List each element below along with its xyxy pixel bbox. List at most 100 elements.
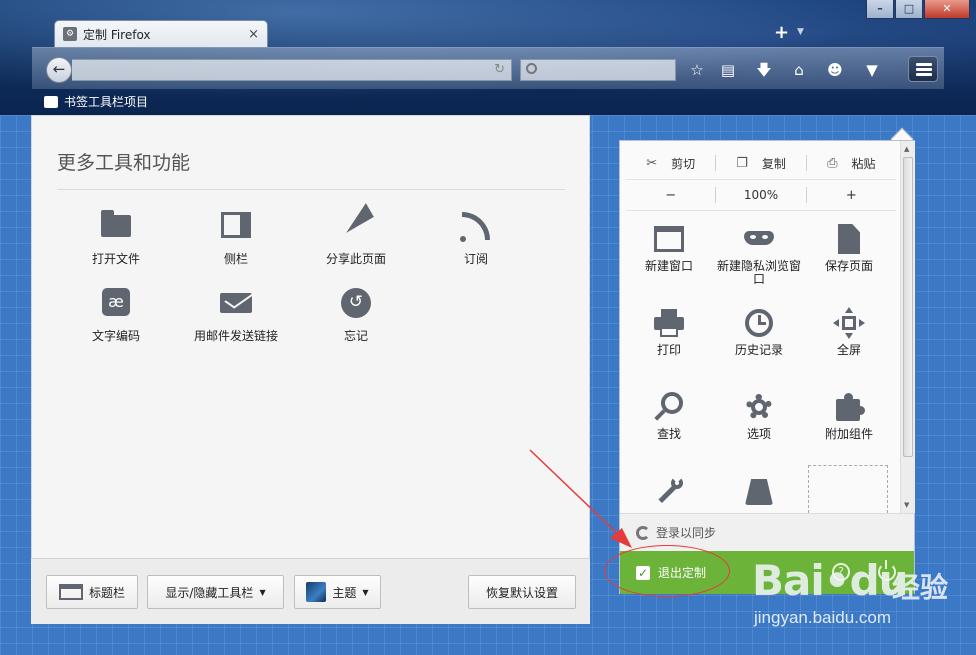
palette-item-sidebar[interactable]: 侧栏 (176, 208, 296, 267)
pocket-icon[interactable]: ▼ (860, 58, 884, 82)
list-all-tabs-icon[interactable]: ▼ (797, 27, 804, 37)
menu-panel-scrollbar[interactable]: ▲ ▼ (900, 141, 915, 513)
customization-palette: 更多工具和功能 打开文件 侧栏 分享此页面 订阅 æ 文字编码 用邮件发送链接 … (31, 115, 590, 624)
new-tab-button[interactable]: + (774, 22, 789, 43)
options-gear-icon (743, 391, 775, 423)
bookmarks-toolbar-items-label[interactable]: 书签工具栏项目 (64, 93, 148, 110)
rss-icon (458, 208, 494, 244)
minimize-button[interactable]: – (866, 0, 894, 19)
history-clock-icon (743, 307, 775, 339)
open-menu-button[interactable] (908, 56, 938, 82)
menu-item-label: 保存页面 (824, 259, 873, 273)
scroll-down-icon[interactable]: ▼ (904, 501, 909, 509)
tab-close-icon[interactable]: × (248, 27, 259, 42)
bookmarks-toolbar: 书签工具栏项目 (44, 93, 148, 110)
back-button[interactable]: ← (46, 57, 72, 83)
palette-item-email-link[interactable]: 用邮件发送链接 (176, 285, 296, 344)
scroll-up-icon[interactable]: ▲ (904, 145, 909, 153)
menu-item-label: 打印 (656, 343, 681, 357)
tab-customize-firefox[interactable]: ⚙ 定制 Firefox × (54, 20, 268, 47)
titlebar-label: 标题栏 (88, 585, 125, 600)
palette-item-label: 用邮件发送链接 (193, 329, 278, 343)
menu-item-tab-groups[interactable] (714, 475, 804, 512)
palette-item-open-file[interactable]: 打开文件 (56, 208, 176, 267)
copy-button[interactable]: ❐ 复制 (716, 155, 805, 172)
clipboard-icon: ⎙ (827, 155, 838, 171)
menu-item-options[interactable]: 选项 (714, 391, 804, 441)
bookmarks-menu-icon[interactable]: ▤ (716, 58, 740, 82)
search-input[interactable] (520, 59, 676, 81)
scroll-thumb[interactable] (903, 157, 913, 457)
edit-controls: ✂ 剪切 ❐ 复制 ⎙ 粘贴 (626, 149, 896, 177)
bookmark-star-icon[interactable]: ☆ (685, 58, 709, 82)
baidu-logo: Bai•du (752, 556, 909, 605)
email-icon (218, 285, 254, 321)
menu-item-addons[interactable]: 附加组件 (804, 391, 894, 441)
paste-button[interactable]: ⎙ 粘贴 (807, 155, 896, 172)
hello-chat-icon[interactable]: ☻ (823, 58, 847, 82)
menu-item-label: 新建窗口 (644, 259, 693, 273)
menu-item-private-window[interactable]: 新建隐私浏览窗口 (714, 223, 804, 286)
forget-icon (338, 285, 374, 321)
zoom-in-button[interactable]: + (807, 188, 896, 203)
restore-defaults-button[interactable]: 恢复默认设置 (468, 575, 576, 609)
menu-item-label: 全屏 (836, 343, 861, 357)
palette-item-text-encoding[interactable]: æ 文字编码 (56, 285, 176, 344)
scissors-icon: ✂ (646, 155, 658, 171)
search-icon (526, 63, 537, 74)
wrench-icon (653, 475, 685, 507)
menu-item-new-window[interactable]: 新建窗口 (624, 223, 714, 273)
cut-label: 剪切 (671, 156, 696, 171)
menu-item-save-page[interactable]: 保存页面 (804, 223, 894, 273)
close-window-button[interactable]: ✕ (924, 0, 970, 19)
menu-bar-line (916, 63, 932, 66)
zoom-reset-button[interactable]: 100% (716, 188, 805, 202)
palette-item-label: 订阅 (463, 252, 488, 266)
private-mask-icon (743, 223, 775, 255)
menu-item-label: 新建隐私浏览窗口 (716, 259, 801, 286)
palette-item-share-page[interactable]: 分享此页面 (296, 203, 416, 267)
bookmarks-toolbar-items-icon (44, 95, 58, 108)
themes-menu-button[interactable]: 主题 ▼ (294, 575, 381, 609)
paste-label: 粘贴 (851, 156, 876, 171)
titlebar-toggle-button[interactable]: 标题栏 (46, 575, 138, 609)
maximize-button[interactable]: □ (895, 0, 923, 19)
palette-item-subscribe[interactable]: 订阅 (416, 208, 536, 267)
theme-swatch-icon (306, 582, 327, 602)
menu-item-history[interactable]: 历史记录 (714, 307, 804, 357)
menu-bar-line (916, 68, 932, 71)
encoding-icon: æ (98, 285, 134, 321)
dropdown-arrow-icon: ▼ (362, 587, 369, 597)
cut-button[interactable]: ✂ 剪切 (626, 155, 715, 172)
jingyan-logo-text: 经验 (892, 571, 949, 604)
palette-item-label: 侧栏 (223, 252, 248, 266)
menu-item-find[interactable]: 查找 (624, 391, 714, 441)
palette-item-label: 文字编码 (91, 329, 140, 343)
theme-label: 主题 (332, 585, 357, 600)
copy-icon: ❐ (736, 155, 748, 171)
menu-item-label: 选项 (746, 427, 771, 441)
palette-item-label: 忘记 (343, 329, 368, 343)
downloads-icon[interactable]: 🡇 (752, 58, 776, 82)
toolbars-menu-button[interactable]: 显示/隐藏工具栏 ▼ (147, 575, 284, 609)
sync-label: 登录以同步 (656, 526, 717, 540)
menu-item-label: 附加组件 (824, 427, 873, 441)
reload-icon[interactable]: ↻ (494, 62, 505, 77)
menu-item-fullscreen[interactable]: 全屏 (804, 307, 894, 357)
url-bar[interactable]: ↻ (72, 59, 512, 81)
toolbars-label: 显示/隐藏工具栏 (165, 585, 254, 600)
navigation-toolbar: ← ↻ ☆ ▤ 🡇 ⌂ ☻ ▼ (32, 47, 944, 89)
palette-item-forget[interactable]: 忘记 (296, 285, 416, 344)
palette-divider (57, 189, 565, 190)
palette-title: 更多工具和功能 (57, 152, 191, 174)
customize-footer: 标题栏 显示/隐藏工具栏 ▼ 主题 ▼ 恢复默认设置 (31, 558, 590, 624)
menu-item-print[interactable]: 打印 (624, 307, 714, 357)
tab-groups-icon (743, 475, 775, 507)
tab-title: 定制 Firefox (83, 27, 151, 42)
home-icon[interactable]: ⌂ (787, 58, 811, 82)
baidu-jingyan-watermark: Bai•du 经验 jingyan.baidu.com (752, 556, 958, 638)
zoom-out-button[interactable]: − (626, 188, 715, 203)
zoom-controls: − 100% + (626, 179, 896, 211)
menu-item-label: 历史记录 (734, 343, 783, 357)
menu-panel: ✂ 剪切 ❐ 复制 ⎙ 粘贴 − 100% + 新建窗口 新建隐私浏览窗口 保存… (619, 140, 915, 594)
